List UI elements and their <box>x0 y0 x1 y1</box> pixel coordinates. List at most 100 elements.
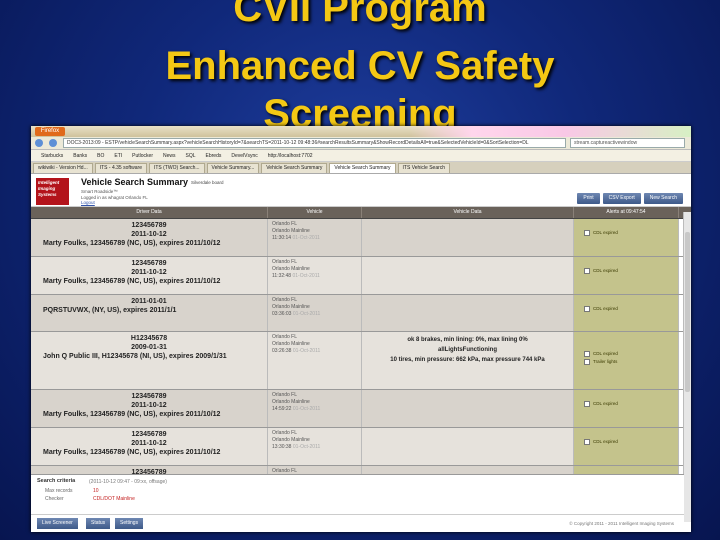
alerts-cell: CDL expired <box>574 390 679 427</box>
vehicle-location: Orlando FL <box>272 334 298 340</box>
table-row[interactable]: 123456789 2011-10-12 Marty Foulks, 1234567… <box>31 428 691 466</box>
vehicle-time: 03:36:03 <box>272 311 292 317</box>
alert-item[interactable]: CDL expired <box>584 400 678 408</box>
browser-search-field[interactable]: stream.captureactivewindow <box>570 138 685 148</box>
logout-link[interactable]: Logout <box>81 200 148 206</box>
checker-value: CDL/DOT Mainline <box>93 496 135 502</box>
tab-strip: wikiwiki - Version Hd... ITS - 4.35 soft… <box>31 162 691 174</box>
max-records-value: 10 <box>93 488 99 494</box>
vehicle-location: Orlando FL <box>272 430 298 436</box>
browser-tab[interactable]: ITS Vehicle Search <box>397 163 451 173</box>
browser-tab[interactable]: ITS - 4.35 software <box>94 163 147 173</box>
driver-id: 123456789 <box>131 431 167 438</box>
vehicle-data-line: ok 8 brakes, min lining: 0%, max lining … <box>407 337 528 343</box>
column-driver-data[interactable]: Driver Data <box>31 207 268 218</box>
bookmark-item[interactable]: BO <box>97 153 104 159</box>
alerts-cell: CDL expired <box>574 257 679 294</box>
app-footer: Live Screener Status Settings © Copyrigh… <box>31 514 684 532</box>
live-screener-button[interactable]: Live Screener <box>37 518 78 529</box>
back-icon[interactable] <box>35 139 43 147</box>
alerts-cell: CDL expired <box>574 219 679 256</box>
bookmark-item[interactable]: Putlocker <box>132 153 153 159</box>
alert-checkbox-icon[interactable] <box>584 358 590 365</box>
vehicle-time: 11:32:48 <box>272 273 292 279</box>
alert-item[interactable]: CDL expired <box>584 438 678 446</box>
vehicle-time-note: 01-Oct-2011 <box>292 348 321 354</box>
bookmark-item[interactable]: DevelVsync <box>231 153 257 159</box>
firefox-menu-button[interactable]: Firefox <box>35 127 65 136</box>
vehicle-time: 11:30:14 <box>272 235 292 241</box>
alert-item[interactable]: CDL expired <box>584 267 678 275</box>
bookmark-item[interactable]: ETI <box>114 153 122 159</box>
page-subtitle: Silverdale board <box>191 180 224 185</box>
driver-id: 123456789 <box>131 393 167 400</box>
vehicle-time: 13:30:38 <box>272 444 292 450</box>
vehicle-location: Orlando FL <box>272 392 298 398</box>
alert-checkbox-icon[interactable] <box>584 305 590 312</box>
status-button[interactable]: Status <box>86 518 111 529</box>
vehicle-cell: Orlando FL Orlando Mainline 14:59:22 01-Oc… <box>268 390 362 427</box>
alert-text: CDL expired <box>593 230 618 235</box>
alert-item[interactable]: CDL expired <box>584 229 678 237</box>
alert-checkbox-icon[interactable] <box>584 400 590 407</box>
browser-tab[interactable]: wikiwiki - Version Hd... <box>33 163 93 173</box>
app-header: Intelligent Imaging Systems Vehicle Sear… <box>31 174 691 207</box>
vehicle-data-line: 10 tires, min pressure: 662 kPa, max pre… <box>390 357 545 363</box>
vehicle-data-cell <box>362 257 574 294</box>
search-criteria-panel: Search criteria (2011-10-12 09:47 - 09:x… <box>31 474 684 515</box>
alert-text: CDL expired <box>593 439 618 444</box>
vehicle-time: 03:26:38 <box>272 348 292 354</box>
driver-name: PQRSTUVWX, (NY, US), expires 2011/1/1 <box>43 307 177 314</box>
header-buttons: Print CSV Export New Search <box>574 193 683 204</box>
forward-icon[interactable] <box>49 139 57 147</box>
vehicle-time-note: 01-Oct-2011 <box>292 235 320 241</box>
copyright-text: © Copyright 2011 - 2011 Intelligent Imag… <box>569 521 674 526</box>
browser-tab-active[interactable]: Vehicle Search Summary <box>329 163 396 173</box>
vehicle-site: Orlando Mainline <box>272 228 310 234</box>
table-row[interactable]: H12345678 2009-01-31 John Q Public III, H1… <box>31 332 691 390</box>
column-vehicle[interactable]: Vehicle <box>268 207 362 218</box>
vertical-scrollbar[interactable] <box>683 212 691 522</box>
browser-tab[interactable]: ITS (TWO) Search... <box>148 163 205 173</box>
browser-tab[interactable]: Vehicle Search Summary <box>261 163 328 173</box>
bookmark-item[interactable]: Banks <box>73 153 87 159</box>
url-field[interactable]: DOC3-2013:09 - ESTP/vehicleSearchSummary… <box>63 138 566 148</box>
alerts-cell: CDL expired <box>574 428 679 465</box>
csv-export-button[interactable]: CSV Export <box>602 193 641 204</box>
alert-checkbox-icon[interactable] <box>584 438 590 445</box>
driver-data-cell: 123456789 2011-10-12 Marty Foulks, 1234567… <box>31 219 268 256</box>
page-title: Vehicle Search Summary <box>81 177 189 187</box>
browser-tab[interactable]: Vehicle Summary... <box>206 163 260 173</box>
column-alerts[interactable]: Alerts at 09:47:54 <box>574 207 679 218</box>
browser-screenshot: Firefox DOC3-2013:09 - ESTP/vehicleSearc… <box>31 126 691 532</box>
column-vehicle-data[interactable]: Vehicle Data <box>362 207 574 218</box>
alert-checkbox-icon[interactable] <box>584 350 590 357</box>
vehicle-data-line: allLightsFunctioning <box>438 347 497 353</box>
vehicle-time-note: 01-Oct-2011 <box>292 311 321 317</box>
vehicle-data-cell <box>362 295 574 331</box>
bookmark-item[interactable]: Ebreds <box>206 153 222 159</box>
alert-checkbox-icon[interactable] <box>584 267 590 274</box>
driver-name: Marty Foulks, 123456789 (NC, US), expire… <box>43 240 221 247</box>
driver-data-cell: 123456789 2011-10-12 Marty Foulks, 1234567… <box>31 428 268 465</box>
bookmark-item[interactable]: News <box>163 153 176 159</box>
print-button[interactable]: Print <box>577 193 600 204</box>
alert-item[interactable]: Trailer lights <box>584 358 678 366</box>
settings-button[interactable]: Settings <box>115 518 144 529</box>
alert-text: CDL expired <box>593 401 618 406</box>
bookmark-item[interactable]: SQL <box>186 153 196 159</box>
new-search-button[interactable]: New Search <box>643 193 683 204</box>
scrollbar-thumb[interactable] <box>685 232 690 392</box>
bookmark-item[interactable]: http://localhost:7702 <box>268 153 313 159</box>
bookmark-item[interactable]: Starbucks <box>41 153 63 159</box>
alert-checkbox-icon[interactable] <box>584 229 590 236</box>
table-row[interactable]: 2011-01-01 PQRSTUVWX, (NY, US), expires 2… <box>31 295 691 332</box>
table-row[interactable]: 123456789 2011-10-12 Marty Foulks, 1234567… <box>31 390 691 428</box>
address-bar-row: DOC3-2013:09 - ESTP/vehicleSearchSummary… <box>31 137 691 150</box>
table-row[interactable]: 123456789 2011-10-12 Marty Foulks, 1234567… <box>31 257 691 295</box>
driver-name: Marty Foulks, 123456789 (NC, US), expire… <box>43 278 221 285</box>
driver-date: 2009-01-31 <box>131 344 167 351</box>
alert-item[interactable]: CDL expired <box>584 305 678 313</box>
table-row[interactable]: 123456789 2011-10-12 Marty Foulks, 1234567… <box>31 219 691 257</box>
alert-item[interactable]: CDL expired <box>584 350 678 358</box>
